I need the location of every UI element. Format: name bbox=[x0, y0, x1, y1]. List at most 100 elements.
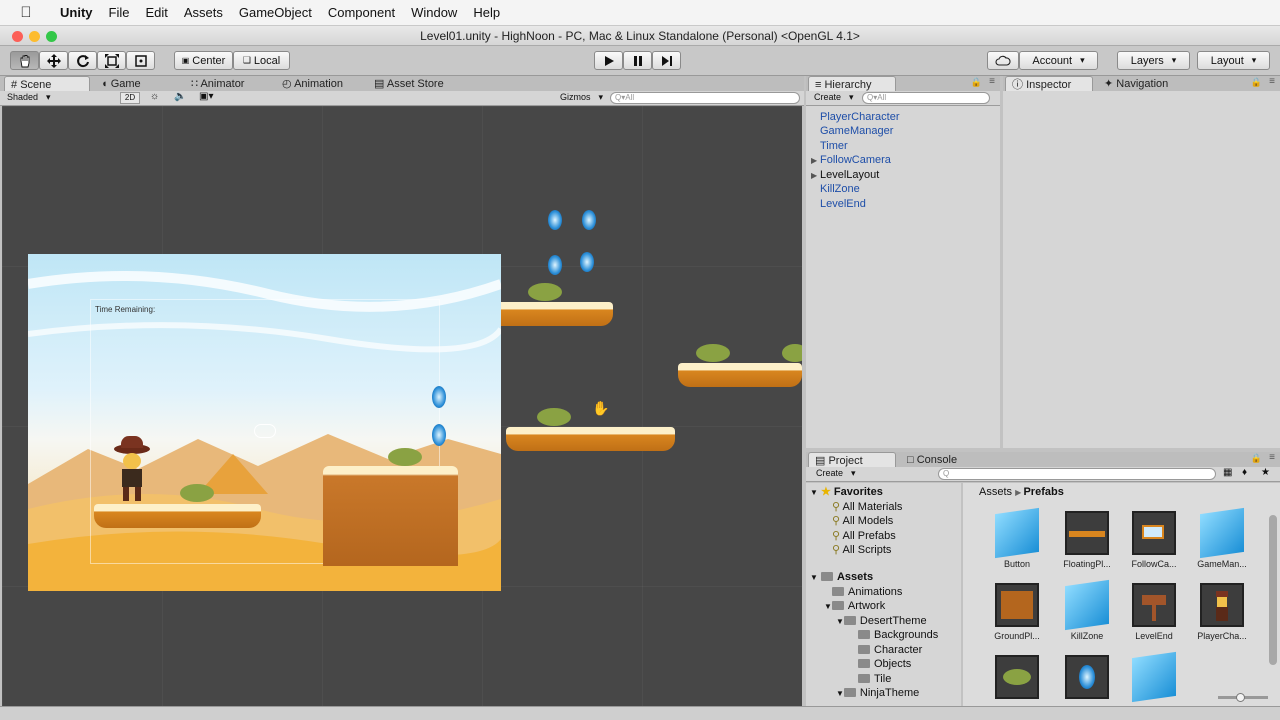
asset-bush[interactable] bbox=[988, 655, 1046, 703]
pause-button[interactable] bbox=[623, 51, 652, 70]
gem-sprite[interactable] bbox=[432, 386, 446, 408]
floating-platform[interactable] bbox=[678, 363, 802, 387]
menu-window[interactable]: Window bbox=[403, 5, 465, 20]
2d-toggle[interactable]: 2D bbox=[120, 92, 140, 104]
tab-asset-store[interactable]: ▤ Asset Store bbox=[368, 76, 450, 92]
project-search-input[interactable]: Q bbox=[938, 468, 1216, 480]
lock-icon[interactable]: 🔒 bbox=[1251, 77, 1262, 88]
floating-platform[interactable] bbox=[506, 427, 675, 451]
filter-by-type-icon[interactable]: ▦ bbox=[1223, 467, 1232, 478]
scene-search-input[interactable]: Q▾All bbox=[610, 92, 800, 104]
folder-backgrounds[interactable]: Backgrounds bbox=[858, 629, 938, 641]
folder-animations[interactable]: Animations bbox=[832, 586, 902, 598]
asset-prefab[interactable] bbox=[1125, 651, 1183, 703]
tab-game[interactable]: ◖ Game bbox=[95, 76, 147, 92]
menu-app[interactable]: Unity bbox=[52, 5, 101, 20]
asset-groundplatform[interactable]: GroundPl... bbox=[988, 583, 1046, 641]
audio-toggle-icon[interactable]: 🔈 bbox=[174, 91, 186, 102]
panel-menu-icon[interactable]: ≡ bbox=[1269, 452, 1275, 463]
gem-sprite[interactable] bbox=[548, 255, 562, 275]
close-window-button[interactable] bbox=[12, 31, 23, 42]
asset-grid-scrollbar[interactable] bbox=[1269, 515, 1277, 665]
collapse-arrow-icon[interactable]: ▼ bbox=[810, 573, 818, 582]
breadcrumb-assets[interactable]: Assets bbox=[979, 486, 1012, 498]
tab-animation[interactable]: ◴ Animation bbox=[276, 76, 349, 92]
asset-gamemanager[interactable]: GameMan... bbox=[1193, 507, 1251, 569]
tab-console[interactable]: □ Console bbox=[901, 452, 963, 468]
asset-levelend[interactable]: LevelEnd bbox=[1125, 583, 1183, 641]
hierarchy-item-levellayout[interactable]: ▶ LevelLayout bbox=[811, 169, 879, 181]
pivot-center-toggle[interactable]: ▣ Center bbox=[174, 51, 233, 70]
assets-root-folder[interactable]: ▼ Assets bbox=[810, 571, 873, 583]
collapse-arrow-icon[interactable]: ▼ bbox=[836, 689, 844, 698]
hierarchy-item-playercharacter[interactable]: PlayerCharacter bbox=[820, 111, 899, 123]
play-button[interactable] bbox=[594, 51, 623, 70]
folder-artwork[interactable]: ▼ Artwork bbox=[824, 600, 885, 612]
favorites-header[interactable]: ▼ ★ Favorites bbox=[810, 485, 883, 498]
folder-tile[interactable]: Tile bbox=[858, 673, 891, 685]
minimize-window-button[interactable] bbox=[29, 31, 40, 42]
breadcrumb-prefabs[interactable]: Prefabs bbox=[1023, 486, 1063, 498]
floating-platform[interactable] bbox=[94, 504, 261, 528]
rect-tool-button[interactable] bbox=[126, 51, 155, 70]
panel-menu-icon[interactable]: ≡ bbox=[989, 76, 995, 87]
gem-sprite[interactable] bbox=[432, 424, 446, 446]
favorite-star-icon[interactable]: ★ bbox=[1261, 467, 1270, 478]
asset-playercharacter[interactable]: PlayerCha... bbox=[1193, 583, 1251, 641]
menu-assets[interactable]: Assets bbox=[176, 5, 231, 20]
shading-mode-dropdown[interactable]: Shaded bbox=[7, 92, 115, 103]
ground-platform[interactable] bbox=[323, 466, 458, 566]
project-create-dropdown[interactable]: Create bbox=[816, 468, 856, 479]
asset-button[interactable]: Button bbox=[988, 507, 1046, 569]
favorite-all-materials[interactable]: ⚲ All Materials bbox=[832, 500, 902, 513]
hierarchy-search-input[interactable]: Q▾All bbox=[862, 92, 990, 104]
gem-sprite[interactable] bbox=[548, 210, 562, 230]
expand-arrow-icon[interactable]: ▶ bbox=[811, 156, 817, 165]
menu-help[interactable]: Help bbox=[465, 5, 508, 20]
pivot-local-toggle[interactable]: ❑ Local bbox=[233, 51, 290, 70]
tab-scene[interactable]: # Scene bbox=[4, 76, 90, 92]
scene-view[interactable]: ✋ Time Remaining: bbox=[2, 106, 802, 706]
move-tool-button[interactable] bbox=[39, 51, 68, 70]
lock-icon[interactable]: 🔒 bbox=[971, 77, 982, 88]
hierarchy-create-dropdown[interactable]: Create bbox=[814, 92, 854, 103]
cloud-services-button[interactable] bbox=[987, 51, 1019, 70]
panel-menu-icon[interactable]: ≡ bbox=[1269, 76, 1275, 87]
menu-edit[interactable]: Edit bbox=[137, 5, 175, 20]
step-button[interactable] bbox=[652, 51, 681, 70]
favorite-all-scripts[interactable]: ⚲ All Scripts bbox=[832, 543, 891, 556]
apple-icon[interactable]:  bbox=[0, 4, 52, 21]
lighting-toggle-icon[interactable]: ☼ bbox=[150, 91, 159, 102]
folder-objects[interactable]: Objects bbox=[858, 658, 911, 670]
hand-tool-button[interactable] bbox=[10, 51, 39, 70]
menu-file[interactable]: File bbox=[101, 5, 138, 20]
gem-sprite[interactable] bbox=[580, 252, 594, 272]
tab-navigation[interactable]: ✦ Navigation bbox=[1098, 76, 1174, 92]
gizmos-dropdown[interactable]: Gizmos bbox=[560, 92, 603, 103]
icon-size-slider[interactable] bbox=[1218, 693, 1268, 702]
rotate-tool-button[interactable] bbox=[68, 51, 97, 70]
collapse-arrow-icon[interactable]: ▼ bbox=[824, 602, 832, 611]
asset-gem[interactable] bbox=[1058, 655, 1116, 703]
asset-killzone[interactable]: KillZone bbox=[1058, 579, 1116, 641]
favorite-all-prefabs[interactable]: ⚲ All Prefabs bbox=[832, 529, 896, 542]
folder-deserttheme[interactable]: ▼ DesertTheme bbox=[836, 615, 927, 627]
tab-inspector[interactable]: ⓘ Inspector bbox=[1005, 76, 1093, 92]
player-character-sprite[interactable] bbox=[114, 436, 150, 506]
lock-icon[interactable]: 🔒 bbox=[1251, 453, 1262, 464]
favorite-all-models[interactable]: ⚲ All Models bbox=[832, 514, 893, 527]
gem-sprite[interactable] bbox=[582, 210, 596, 230]
hierarchy-item-followcamera[interactable]: ▶ FollowCamera bbox=[811, 154, 891, 166]
hierarchy-item-levelend[interactable]: LevelEnd bbox=[820, 198, 866, 210]
tab-hierarchy[interactable]: ≡ Hierarchy bbox=[808, 76, 896, 92]
folder-ninjatheme[interactable]: ▼ NinjaTheme bbox=[836, 687, 919, 699]
layout-dropdown[interactable]: Layout bbox=[1197, 51, 1270, 70]
hierarchy-item-killzone[interactable]: KillZone bbox=[820, 183, 860, 195]
folder-character[interactable]: Character bbox=[858, 644, 922, 656]
game-camera-view[interactable]: Time Remaining: bbox=[28, 254, 501, 591]
collapse-arrow-icon[interactable]: ▼ bbox=[810, 488, 818, 497]
slider-thumb[interactable] bbox=[1236, 693, 1245, 702]
layers-dropdown[interactable]: Layers bbox=[1117, 51, 1190, 70]
effects-dropdown-icon[interactable]: ▣▾ bbox=[199, 91, 213, 102]
menu-gameobject[interactable]: GameObject bbox=[231, 5, 320, 20]
